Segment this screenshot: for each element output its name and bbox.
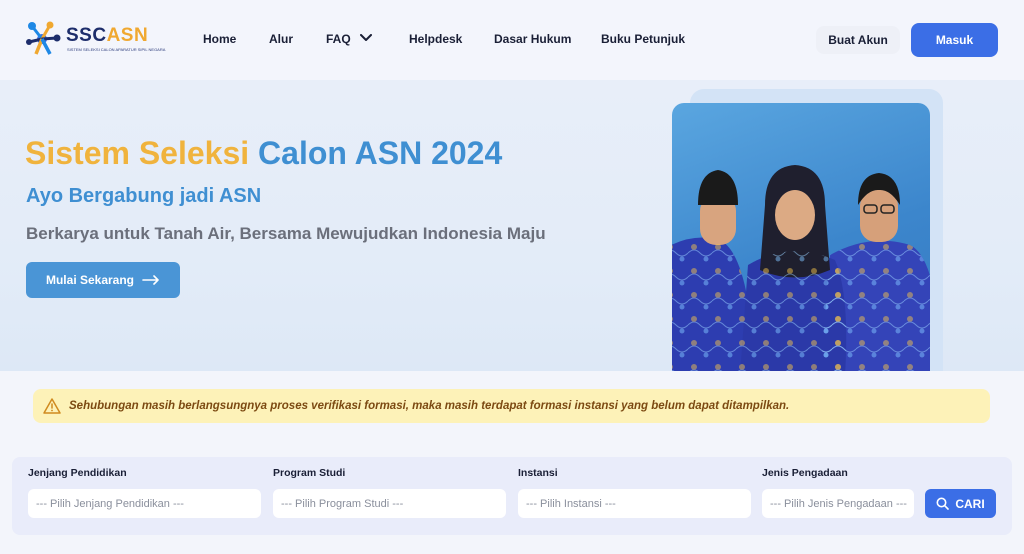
start-now-label: Mulai Sekarang bbox=[45, 273, 135, 287]
education-level-select[interactable]: --- Pilih Jenjang Pendidikan --- bbox=[28, 489, 261, 518]
nav-dasar-hukum[interactable]: Dasar Hukum bbox=[494, 32, 571, 46]
study-program-label: Program Studi bbox=[273, 467, 346, 479]
education-level-label: Jenjang Pendidikan bbox=[28, 467, 127, 479]
login-button[interactable]: Masuk bbox=[911, 23, 998, 57]
formation-filter-panel: Jenjang Pendidikan --- Pilih Jenjang Pen… bbox=[12, 457, 1012, 535]
search-button-label: CARI bbox=[955, 496, 985, 511]
search-button[interactable]: CARI bbox=[925, 489, 996, 518]
hero-tagline: Berkarya untuk Tanah Air, Bersama Mewuju… bbox=[26, 224, 546, 243]
ssc-asn-logo[interactable]: SSCASN SISTEM SELEKSI CALON APARATUR SIP… bbox=[24, 20, 165, 60]
people-illustration bbox=[672, 165, 930, 371]
logo-wordmark: SSCASN bbox=[66, 25, 149, 46]
nav-faq[interactable]: FAQ bbox=[326, 32, 351, 46]
nav-buku-petunjuk[interactable]: Buku Petunjuk bbox=[601, 32, 685, 46]
hero-photo-asn-candidates bbox=[672, 103, 930, 371]
institution-label: Instansi bbox=[518, 467, 558, 479]
nav-alur[interactable]: Alur bbox=[269, 32, 293, 46]
arrow-right-icon bbox=[142, 275, 159, 285]
top-navbar: SSCASN SISTEM SELEKSI CALON APARATUR SIP… bbox=[0, 0, 1024, 80]
alert-message: Sehubungan masih berlangsungnya proses v… bbox=[69, 400, 790, 412]
logo-tagline: SISTEM SELEKSI CALON APARATUR SIPIL NEGA… bbox=[67, 47, 166, 52]
study-program-select[interactable]: --- Pilih Program Studi --- bbox=[273, 489, 506, 518]
procurement-type-select[interactable]: --- Pilih Jenis Pengadaan --- bbox=[762, 489, 914, 518]
hero-subtitle: Ayo Bergabung jadi ASN bbox=[26, 185, 262, 207]
logo-icon bbox=[26, 21, 61, 55]
institution-select[interactable]: --- Pilih Instansi --- bbox=[518, 489, 751, 518]
warning-icon bbox=[43, 398, 61, 414]
chevron-down-icon[interactable] bbox=[360, 34, 372, 42]
register-button[interactable]: Buat Akun bbox=[816, 26, 900, 54]
nav-helpdesk[interactable]: Helpdesk bbox=[409, 32, 462, 46]
search-icon bbox=[936, 497, 950, 510]
hero-title: Sistem Seleksi Calon ASN 2024 bbox=[25, 135, 503, 171]
procurement-type-label: Jenis Pengadaan bbox=[762, 467, 848, 479]
nav-home[interactable]: Home bbox=[203, 32, 236, 46]
formation-verification-alert: Sehubungan masih berlangsungnya proses v… bbox=[33, 389, 990, 423]
start-now-button[interactable]: Mulai Sekarang bbox=[26, 262, 180, 298]
hero-section: Sistem Seleksi Calon ASN 2024 Ayo Bergab… bbox=[0, 80, 1024, 371]
